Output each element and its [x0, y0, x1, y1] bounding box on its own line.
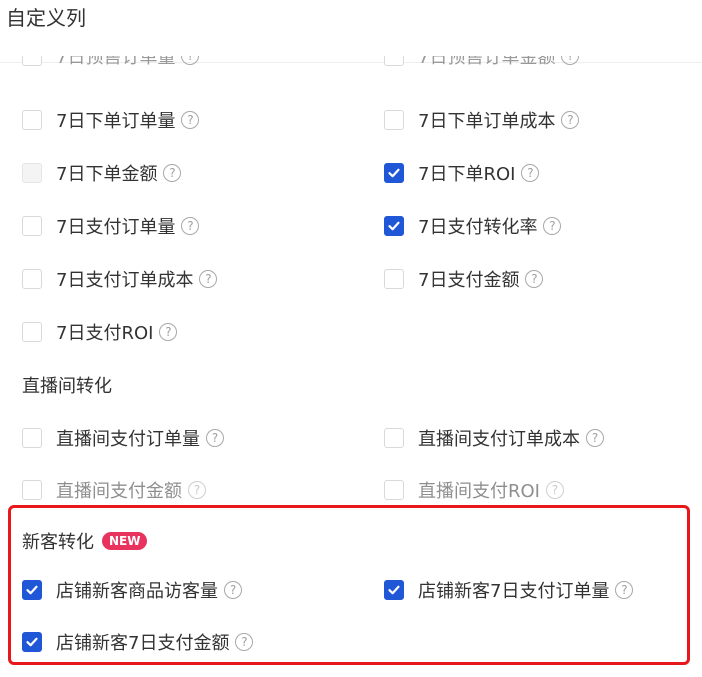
column-option[interactable]: 7日预售订单金额 ?	[384, 56, 580, 80]
column-option-label: 7日预售订单金额	[418, 56, 556, 68]
checkbox[interactable]	[384, 56, 404, 66]
checkbox[interactable]	[22, 110, 42, 130]
column-option[interactable]: 店铺新客商品访客量 ?	[22, 576, 242, 604]
dialog-title: 自定义列	[6, 6, 86, 30]
column-option-label: 店铺新客7日支付金额	[56, 633, 230, 654]
column-option[interactable]: 7日下单订单量 ?	[22, 106, 200, 134]
help-icon[interactable]: ?	[159, 323, 178, 341]
column-option-label: 7日下单订单量	[56, 111, 176, 132]
checkbox[interactable]	[22, 216, 42, 236]
help-icon[interactable]: ?	[545, 481, 564, 499]
column-option-label: 7日预售订单量	[56, 56, 176, 68]
new-badge: NEW	[102, 532, 148, 550]
column-option[interactable]: 店铺新客7日支付订单量 ?	[384, 576, 634, 604]
column-option-label: 直播间支付订单量	[56, 429, 200, 450]
checkbox[interactable]	[384, 480, 404, 500]
column-option[interactable]: 7日支付转化率 ?	[384, 212, 562, 240]
column-option[interactable]: 7日下单ROI ?	[384, 159, 540, 187]
help-icon[interactable]: ?	[163, 164, 182, 182]
column-option: 7日下单金额 ?	[22, 159, 182, 187]
section-title-new-customer: 新客转化 NEW	[22, 528, 148, 554]
section-title-live: 直播间转化	[22, 372, 112, 398]
column-option-label: 7日支付订单成本	[56, 270, 194, 291]
column-option-label: 直播间支付ROI	[418, 481, 540, 502]
checkbox-disabled	[22, 163, 42, 183]
column-option[interactable]: 直播间支付订单量 ?	[22, 424, 224, 452]
help-icon[interactable]: ?	[181, 111, 200, 129]
column-option[interactable]: 直播间支付ROI ?	[384, 476, 564, 504]
column-option[interactable]: 7日支付ROI ?	[22, 318, 178, 346]
check-icon	[388, 221, 400, 231]
checkbox[interactable]	[22, 480, 42, 500]
help-icon[interactable]: ?	[199, 270, 218, 288]
checkbox[interactable]	[22, 428, 42, 448]
help-icon[interactable]: ?	[206, 429, 224, 447]
help-icon[interactable]: ?	[181, 217, 200, 235]
column-option-label: 7日支付转化率	[418, 217, 538, 238]
check-icon	[26, 637, 38, 647]
column-option-label: 7日支付ROI	[56, 323, 154, 344]
column-option-label: 7日下单订单成本	[418, 111, 556, 132]
checkbox[interactable]	[22, 56, 42, 66]
help-icon[interactable]: ?	[521, 164, 540, 182]
column-option-label: 店铺新客商品访客量	[56, 581, 218, 602]
help-icon[interactable]: ?	[561, 56, 580, 65]
checkbox[interactable]	[384, 269, 404, 289]
section-title-text: 新客转化	[22, 532, 94, 553]
checkbox-checked[interactable]	[22, 632, 42, 652]
checkbox-checked[interactable]	[384, 216, 404, 236]
column-option-label: 7日支付订单量	[56, 217, 176, 238]
checkbox[interactable]	[22, 269, 42, 289]
checkbox-checked[interactable]	[384, 580, 404, 600]
checkbox-checked[interactable]	[384, 163, 404, 183]
help-icon[interactable]: ?	[561, 111, 580, 129]
column-option-label: 7日下单金额	[56, 164, 158, 185]
column-option-label: 7日支付金额	[418, 270, 520, 291]
help-icon[interactable]: ?	[615, 581, 634, 599]
column-option[interactable]: 7日支付订单成本 ?	[22, 265, 218, 293]
check-icon	[26, 585, 38, 595]
help-icon[interactable]: ?	[188, 481, 206, 499]
column-option-label: 直播间支付订单成本	[418, 429, 580, 450]
column-option-label: 直播间支付金额	[56, 481, 182, 502]
checkbox[interactable]	[384, 428, 404, 448]
check-icon	[388, 585, 400, 595]
column-option-label: 店铺新客7日支付订单量	[418, 581, 610, 602]
column-option[interactable]: 直播间支付订单成本 ?	[384, 424, 604, 452]
column-option[interactable]: 7日预售订单量 ?	[22, 56, 200, 80]
help-icon[interactable]: ?	[543, 217, 562, 235]
check-icon	[388, 168, 400, 178]
help-icon[interactable]: ?	[235, 633, 254, 651]
column-option[interactable]: 7日下单订单成本 ?	[384, 106, 580, 134]
section-title-text: 直播间转化	[22, 376, 112, 397]
column-option[interactable]: 7日支付订单量 ?	[22, 212, 200, 240]
checkbox-checked[interactable]	[22, 580, 42, 600]
help-icon[interactable]: ?	[224, 581, 242, 599]
help-icon[interactable]: ?	[181, 56, 200, 65]
column-option-label: 7日下单ROI	[418, 164, 516, 185]
help-icon[interactable]: ?	[586, 429, 604, 447]
column-option[interactable]: 店铺新客7日支付金额 ?	[22, 628, 254, 656]
checkbox[interactable]	[22, 322, 42, 342]
help-icon[interactable]: ?	[525, 270, 544, 288]
column-option[interactable]: 直播间支付金额 ?	[22, 476, 206, 504]
checkbox[interactable]	[384, 110, 404, 130]
column-option[interactable]: 7日支付金额 ?	[384, 265, 544, 293]
